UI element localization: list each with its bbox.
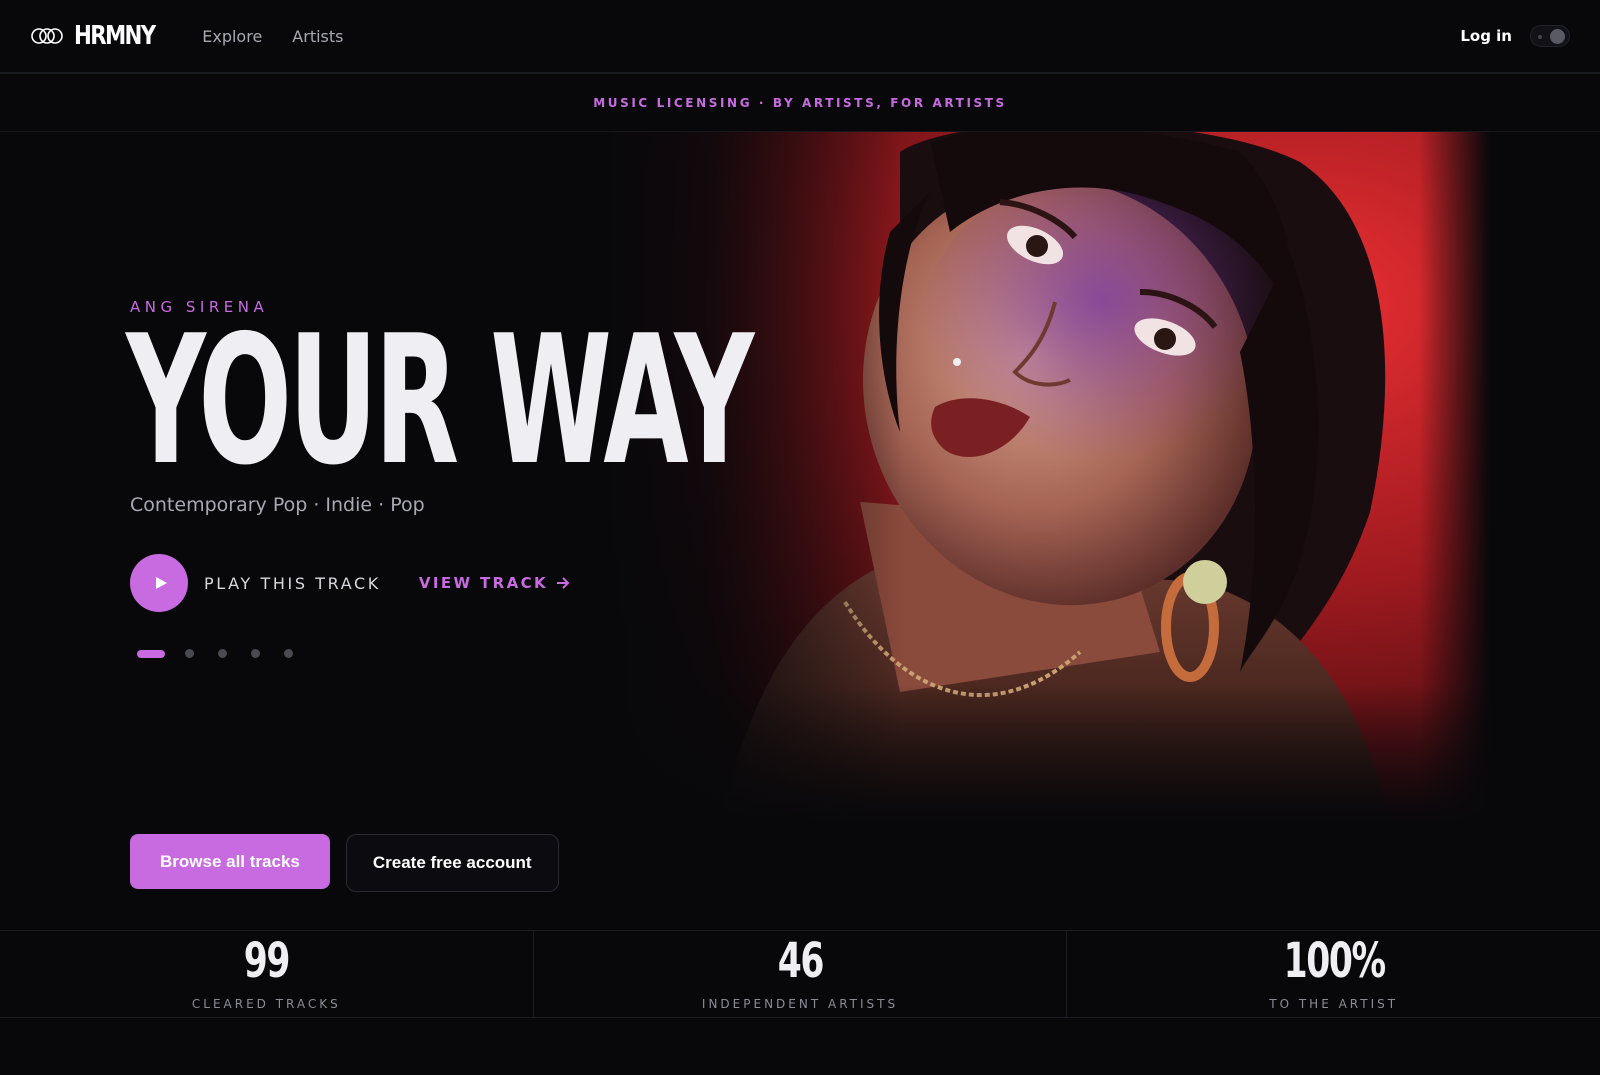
stats-bar: 99 CLEARED TRACKS 46 INDEPENDENT ARTISTS… <box>0 930 1600 1018</box>
stat-independent-artists: 46 INDEPENDENT ARTISTS <box>534 931 1068 1017</box>
stat-cleared-tracks: 99 CLEARED TRACKS <box>0 931 534 1017</box>
carousel-dot-3[interactable] <box>218 649 227 658</box>
theme-toggle[interactable] <box>1530 25 1570 47</box>
hero-genres: Contemporary Pop · Indie · Pop <box>130 494 425 516</box>
carousel-dot-4[interactable] <box>251 649 260 658</box>
tagline-bar: MUSIC LICENSING · BY ARTISTS, FOR ARTIST… <box>0 74 1600 132</box>
stat-label: CLEARED TRACKS <box>191 997 341 1011</box>
brand-logo[interactable]: HRMNY <box>30 21 162 51</box>
login-link[interactable]: Log in <box>1460 27 1512 45</box>
arrow-right-icon <box>557 577 570 589</box>
carousel-dot-2[interactable] <box>185 649 194 658</box>
play-button[interactable] <box>130 554 188 612</box>
stat-value: 100% <box>1283 933 1385 989</box>
three-rings-icon <box>31 28 63 44</box>
tagline-text: MUSIC LICENSING · BY ARTISTS, FOR ARTIST… <box>593 95 1007 110</box>
main-nav: Explore Artists <box>202 27 343 46</box>
hero-track-title: YOUR WAY <box>126 297 754 504</box>
nav-actions: Log in <box>1460 25 1570 47</box>
cta-row: Browse all tracks Create free account <box>130 834 559 892</box>
nav-link-artists[interactable]: Artists <box>292 27 343 46</box>
carousel-dot-5[interactable] <box>284 649 293 658</box>
view-track-link[interactable]: VIEW TRACK <box>419 574 570 592</box>
create-account-button[interactable]: Create free account <box>345 834 559 892</box>
carousel-dots <box>137 649 293 658</box>
nav-link-explore[interactable]: Explore <box>202 27 262 46</box>
browse-all-tracks-button[interactable]: Browse all tracks <box>130 834 330 889</box>
toggle-knob <box>1550 29 1565 44</box>
toggle-track-dot <box>1538 35 1542 39</box>
hero-actions: PLAY THIS TRACK VIEW TRACK <box>130 554 570 612</box>
stat-to-the-artist: 100% TO THE ARTIST <box>1067 931 1600 1017</box>
carousel-dot-1[interactable] <box>137 649 165 658</box>
brand-name: HRMNY <box>74 21 156 51</box>
stat-value: 99 <box>243 933 291 989</box>
hero-section: ANG SIRENA YOUR WAY Contemporary Pop · I… <box>0 132 1600 892</box>
stat-label: TO THE ARTIST <box>1269 997 1399 1011</box>
play-track-label[interactable]: PLAY THIS TRACK <box>204 574 381 593</box>
play-icon <box>155 577 167 589</box>
top-nav: HRMNY Explore Artists Log in <box>0 0 1600 74</box>
stat-value: 46 <box>777 933 824 989</box>
stat-label: INDEPENDENT ARTISTS <box>701 997 899 1011</box>
view-track-label: VIEW TRACK <box>418 574 549 592</box>
